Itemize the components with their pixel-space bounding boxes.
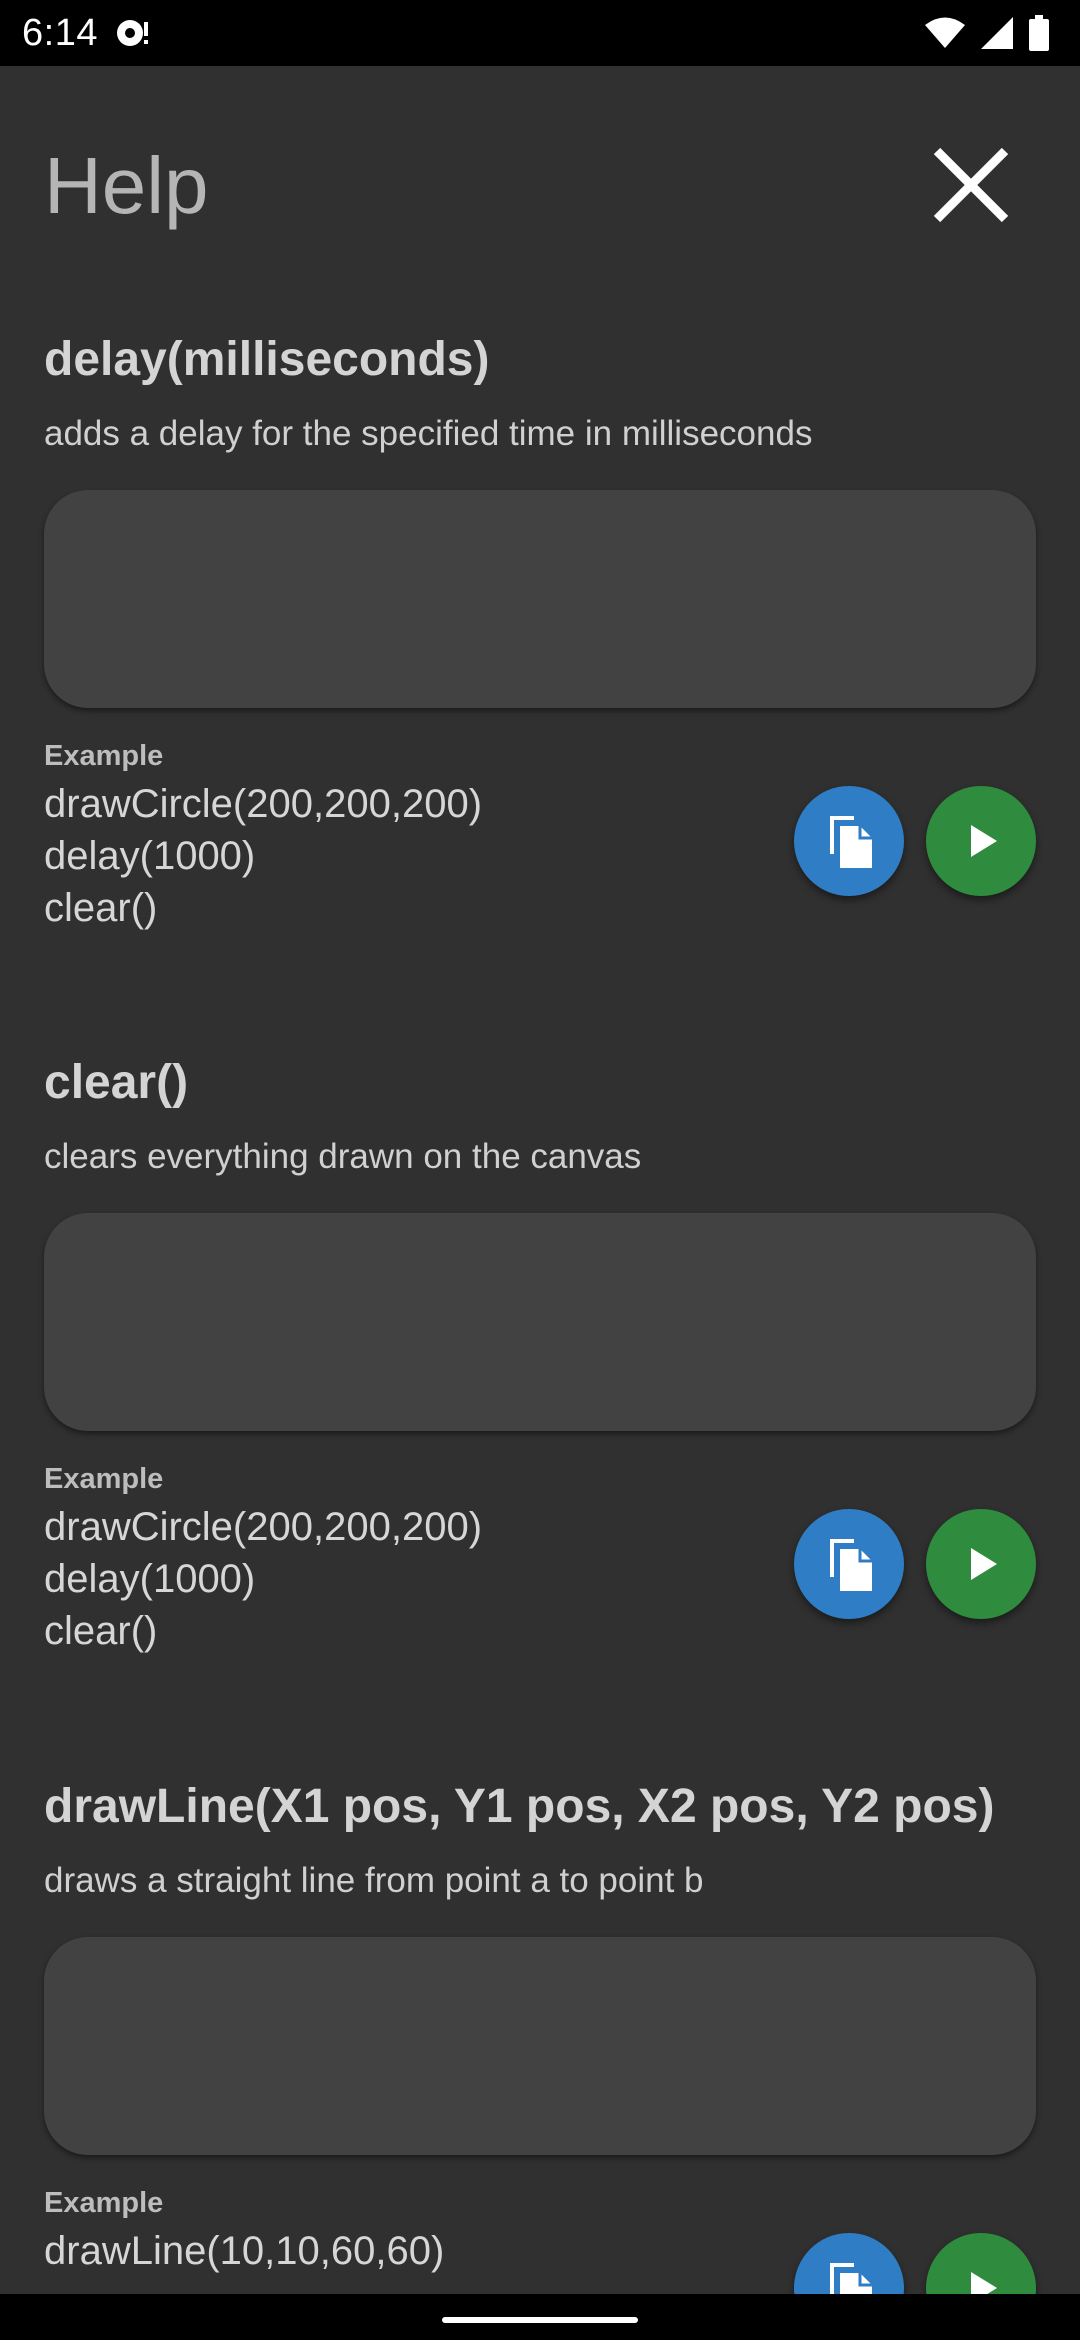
copy-icon	[830, 2263, 872, 2294]
signal-icon	[981, 17, 1013, 49]
example-block: Example drawCircle(200,200,200) delay(10…	[44, 1461, 1036, 1653]
example-canvas	[44, 1937, 1036, 2155]
run-example-button[interactable]	[926, 786, 1036, 896]
wifi-icon	[925, 17, 965, 48]
status-icons	[924, 14, 1050, 52]
section-description: adds a delay for the specified time in m…	[44, 414, 813, 453]
section-title: clear()	[44, 1056, 189, 1109]
example-actions	[794, 1509, 1036, 1619]
help-section-delay: delay(milliseconds) adds a delay for the…	[44, 330, 1036, 930]
home-gesture-handle[interactable]	[442, 2317, 638, 2323]
copy-example-button[interactable]	[794, 1509, 904, 1619]
page-title: Help	[44, 141, 209, 230]
example-canvas	[44, 1213, 1036, 1431]
copy-example-button[interactable]	[794, 2233, 904, 2294]
example-block: Example drawLine(10,10,60,60)	[44, 2185, 1036, 2294]
run-example-button[interactable]	[926, 2233, 1036, 2294]
status-time: 6:14	[22, 12, 98, 54]
example-label: Example	[44, 1463, 164, 1495]
section-description: draws a straight line from point a to po…	[44, 1861, 704, 1900]
play-icon	[971, 2272, 997, 2294]
play-icon	[971, 1548, 997, 1580]
example-block: Example drawCircle(200,200,200) delay(10…	[44, 738, 1036, 930]
copy-example-button[interactable]	[794, 786, 904, 896]
notification-app-icon	[114, 16, 154, 50]
example-actions	[794, 2233, 1036, 2294]
example-canvas	[44, 490, 1036, 708]
copy-icon	[830, 1539, 872, 1591]
close-icon	[933, 147, 1009, 223]
help-screen: Help delay(milliseconds) adds a delay fo…	[0, 66, 1080, 2294]
battery-icon	[1029, 15, 1049, 51]
help-section-clear: clear() clears everything drawn on the c…	[44, 1053, 1036, 1653]
close-button[interactable]	[916, 130, 1026, 240]
help-section-drawline: drawLine(X1 pos, Y1 pos, X2 pos, Y2 pos)…	[44, 1777, 1036, 2294]
navigation-bar	[0, 2294, 1080, 2340]
section-title: delay(milliseconds)	[44, 333, 490, 386]
section-title: drawLine(X1 pos, Y1 pos, X2 pos, Y2 pos)	[44, 1780, 995, 1833]
copy-icon	[830, 816, 872, 868]
example-actions	[794, 786, 1036, 896]
status-bar: 6:14	[0, 0, 1080, 66]
example-label: Example	[44, 2187, 164, 2219]
run-example-button[interactable]	[926, 1509, 1036, 1619]
section-description: clears everything drawn on the canvas	[44, 1137, 642, 1176]
example-label: Example	[44, 740, 164, 772]
play-icon	[971, 825, 997, 857]
